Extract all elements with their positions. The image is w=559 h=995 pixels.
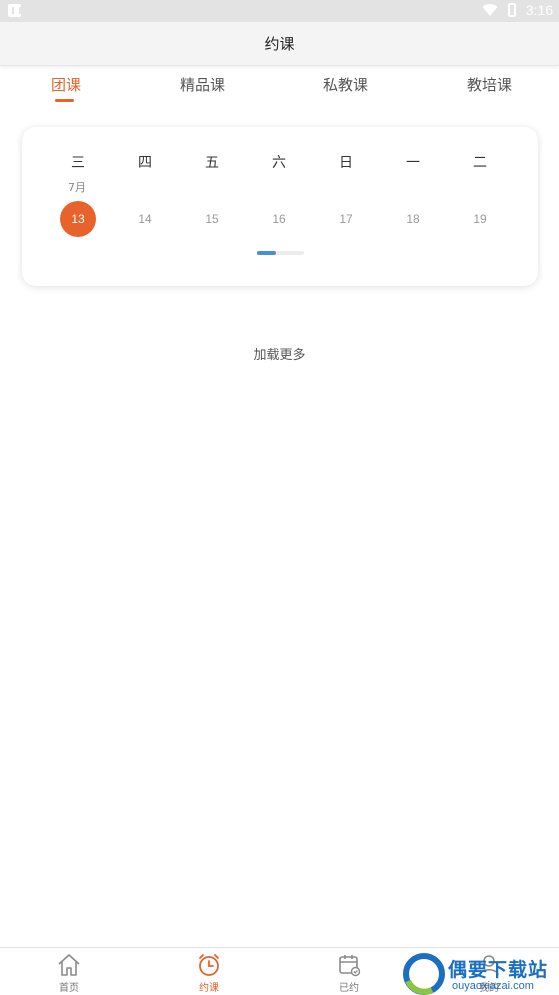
day-cell[interactable]: 14 [127,201,163,237]
tab-group-class[interactable]: 团课 [51,74,81,95]
nav-book-class-label: 约课 [199,983,219,994]
status-time: 3:16 [525,2,553,18]
weekday-label: 六 [272,155,286,171]
status-bar: 3:16 [0,0,559,22]
weekday-label: 二 [473,155,487,171]
watermark-logo-icon [403,953,445,995]
day-cell[interactable]: 15 [194,201,230,237]
week-page-indicator [257,251,304,255]
weekday-label: 日 [339,155,353,171]
day-cell[interactable]: 18 [395,201,431,237]
day-cell[interactable]: 16 [261,201,297,237]
app-bar: 约课 [0,22,559,66]
weekday-label: 三 [71,155,85,171]
weekday-label: 一 [406,155,420,171]
tab-premium-class[interactable]: 精品课 [180,74,225,95]
nav-home-label: 首页 [59,983,79,994]
course-type-tabs: 团课 精品课 私教课 教培课 [0,70,559,106]
week-page-indicator-active [257,251,276,255]
home-icon [58,954,80,976]
battery-icon [507,3,516,17]
month-label: 7月 [68,181,86,194]
page-title: 约课 [264,35,295,53]
day-cell[interactable]: 17 [328,201,364,237]
nav-booked-label: 已约 [339,983,359,994]
notification-icon [8,4,21,17]
weekday-label: 五 [205,155,219,171]
week-calendar: 三 四 五 六 日 一 二 7月 13 14 15 16 17 18 19 [22,127,538,286]
watermark-title: 偶要下载站 [448,959,549,981]
active-tab-indicator [55,99,74,102]
nav-home[interactable]: 首页 [39,952,99,994]
tab-private-class[interactable]: 私教课 [323,74,368,95]
day-selected[interactable]: 13 [60,201,96,237]
status-icons: 3:16 [482,2,553,18]
nav-booked[interactable]: 已约 [319,952,379,994]
tab-training-class[interactable]: 教培课 [467,74,512,95]
day-cell[interactable]: 19 [462,201,498,237]
watermark-subtitle: ouyaoxiazai.com [452,980,534,992]
wifi-icon [482,4,498,17]
weekday-label: 四 [138,155,152,171]
nav-book-class[interactable]: 约课 [179,952,239,994]
watermark: 偶要下载站 ouyaoxiazai.com [402,953,559,995]
alarm-clock-icon [199,954,219,976]
load-more-button[interactable]: 加载更多 [0,344,559,363]
calendar-check-icon [339,955,361,977]
